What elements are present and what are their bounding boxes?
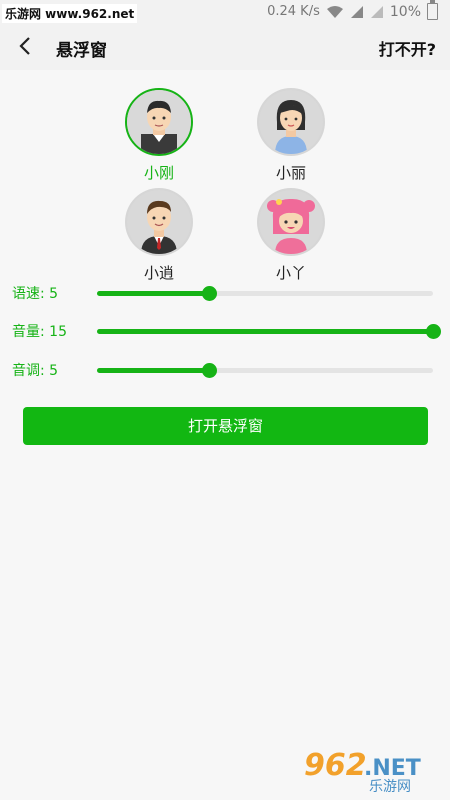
signal-icon-2 — [370, 5, 383, 18]
slider-fill — [97, 329, 433, 334]
status-indicators: 0.24 K/s 10% — [267, 0, 438, 20]
speed-slider-row: 语速: 5 — [12, 281, 442, 305]
network-speed: 0.24 K/s — [267, 4, 320, 19]
avatar — [257, 188, 325, 256]
open-floating-window-button[interactable]: 打开悬浮窗 — [23, 407, 428, 445]
slider-fill — [97, 291, 209, 296]
help-link[interactable]: 打不开? — [379, 36, 436, 60]
voice-name: 小逍 — [143, 264, 174, 282]
girl-avatar-icon — [259, 190, 323, 254]
watermark-label: 乐游网 www.962.net — [2, 4, 138, 23]
voice-name: 小刚 — [143, 164, 174, 182]
voice-option-xiaoxiao[interactable]: 小逍 — [124, 188, 194, 283]
voice-option-xiaogang[interactable]: 小刚 — [124, 88, 194, 183]
voice-name: 小丫 — [275, 264, 306, 282]
pitch-label: 音调: 5 — [12, 363, 59, 379]
pitch-slider[interactable] — [97, 363, 433, 378]
female-avatar-icon — [259, 90, 323, 154]
male-avatar-icon — [127, 90, 191, 154]
avatar — [257, 88, 325, 156]
site-watermark-logo: 962 .NET 乐游网 — [304, 748, 444, 796]
battery-percent: 10% — [389, 3, 421, 20]
volume-slider-row: 音量: 15 — [12, 319, 442, 343]
slider-thumb[interactable] — [202, 363, 217, 378]
volume-slider[interactable] — [97, 324, 441, 339]
page-title: 悬浮窗 — [56, 41, 107, 61]
logo-cn: 乐游网 — [369, 779, 411, 795]
speed-slider[interactable] — [97, 286, 433, 301]
logo-number: 962 — [304, 748, 367, 783]
speed-label: 语速: 5 — [12, 286, 59, 302]
wifi-icon — [326, 5, 343, 18]
slider-fill — [97, 368, 209, 373]
pitch-slider-row: 音调: 5 — [12, 358, 442, 382]
slider-thumb[interactable] — [202, 286, 217, 301]
avatar — [125, 88, 193, 156]
male-suit-avatar-icon — [127, 190, 191, 254]
back-arrow-icon[interactable] — [14, 34, 38, 58]
voice-option-xiaoli[interactable]: 小丽 — [256, 88, 326, 183]
app-bar: 悬浮窗 打不开? — [0, 24, 450, 70]
voice-name: 小丽 — [275, 164, 306, 182]
slider-thumb[interactable] — [426, 324, 441, 339]
avatar — [125, 188, 193, 256]
volume-label: 音量: 15 — [12, 324, 67, 340]
battery-icon — [427, 0, 438, 20]
status-bar: 乐游网 www.962.net 0.24 K/s 10% — [0, 0, 450, 24]
signal-icon — [350, 5, 363, 18]
voice-option-xiaoya[interactable]: 小丫 — [256, 188, 326, 283]
